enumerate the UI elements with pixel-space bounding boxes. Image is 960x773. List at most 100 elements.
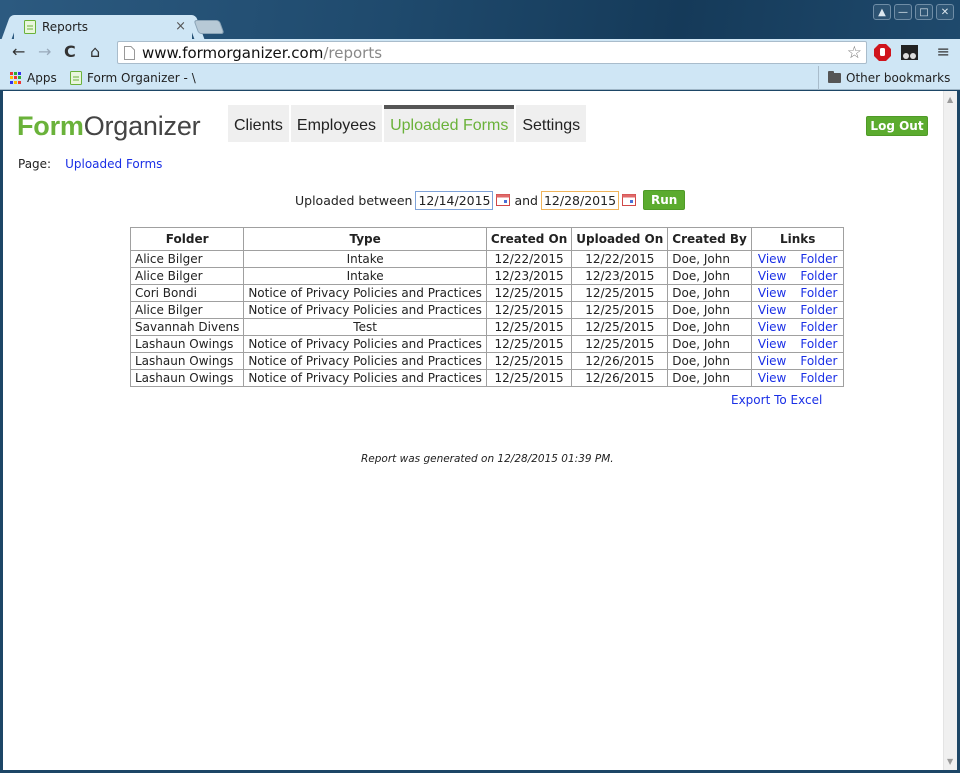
- table-row: Lashaun Owings Notice of Privacy Policies…: [129, 369, 845, 387]
- table-row: Alice Bilger Notice of Privacy Policies a…: [129, 301, 845, 319]
- table-row: Alice Bilger Intake 12/23/2015 12/23/2015 Do…: [129, 267, 845, 285]
- filter-label: Uploaded between: [295, 192, 413, 208]
- cell-links: View Folder: [750, 284, 845, 302]
- folder-link[interactable]: Folder: [800, 303, 837, 317]
- close-icon[interactable]: ✕: [936, 4, 954, 20]
- tab-close-icon[interactable]: ×: [175, 19, 186, 34]
- browser-tab-reports[interactable]: Reports ×: [14, 15, 192, 39]
- maximize-icon[interactable]: □: [915, 4, 933, 20]
- folder-link[interactable]: Folder: [800, 286, 837, 300]
- cell-created-on: 12/25/2015: [485, 284, 573, 302]
- cell-created-by: Doe, John: [667, 301, 752, 319]
- view-link[interactable]: View: [758, 269, 786, 283]
- cell-folder: Lashaun Owings: [129, 352, 245, 370]
- export-to-excel-link[interactable]: Export To Excel: [731, 393, 822, 407]
- cell-created-by: Doe, John: [667, 352, 752, 370]
- breadcrumb-link[interactable]: Uploaded Forms: [65, 157, 162, 171]
- report-table: Folder Type Created On Uploaded On Creat…: [129, 227, 845, 387]
- other-bookmarks-label: Other bookmarks: [846, 71, 951, 85]
- forward-arrow-icon[interactable]: →: [38, 43, 51, 61]
- folder-link[interactable]: Folder: [800, 371, 837, 385]
- generated-note: Report was generated on 12/28/2015 01:39…: [361, 453, 614, 465]
- cell-type: Notice of Privacy Policies and Practices: [243, 352, 487, 370]
- cell-created-by: Doe, John: [667, 250, 752, 268]
- cell-created-by: Doe, John: [667, 267, 752, 285]
- new-tab-button[interactable]: [193, 20, 225, 34]
- cell-created-by: Doe, John: [667, 369, 752, 387]
- adblock-icon[interactable]: [874, 44, 891, 61]
- cell-created-by: Doe, John: [667, 284, 752, 302]
- bookmark-label: Apps: [27, 71, 57, 85]
- other-bookmarks[interactable]: Other bookmarks: [828, 71, 950, 85]
- view-link[interactable]: View: [758, 252, 786, 266]
- document-icon: [24, 20, 36, 34]
- date-filter: Uploaded between and Run: [295, 190, 686, 210]
- table-row: Lashaun Owings Notice of Privacy Policies…: [129, 352, 845, 370]
- nav-uploaded-forms[interactable]: Uploaded Forms: [384, 105, 515, 142]
- start-date-input[interactable]: [415, 190, 494, 210]
- nav-clients[interactable]: Clients: [228, 105, 289, 142]
- user-icon[interactable]: ▲: [873, 4, 891, 20]
- breadcrumb-prefix: Page:: [18, 157, 52, 171]
- view-link[interactable]: View: [758, 371, 786, 385]
- folder-link[interactable]: Folder: [800, 354, 837, 368]
- cell-type: Notice of Privacy Policies and Practices: [243, 284, 487, 302]
- view-link[interactable]: View: [758, 303, 786, 317]
- header-type: Type: [243, 227, 487, 251]
- cell-created-on: 12/23/2015: [485, 267, 573, 285]
- cell-folder: Savannah Divens: [129, 318, 245, 336]
- scroll-up-icon[interactable]: ▲: [947, 95, 953, 104]
- bookmark-form-organizer[interactable]: Form Organizer - \: [70, 71, 196, 85]
- cell-folder: Lashaun Owings: [129, 335, 245, 353]
- bookmark-apps[interactable]: Apps: [10, 71, 57, 85]
- header-created-on: Created On: [485, 227, 573, 251]
- logo[interactable]: FormOrganizer: [17, 111, 201, 142]
- logo-bold: Form: [17, 111, 84, 141]
- folder-link[interactable]: Folder: [800, 320, 837, 334]
- cell-type: Notice of Privacy Policies and Practices: [243, 369, 487, 387]
- cell-uploaded-on: 12/25/2015: [571, 318, 669, 336]
- cell-uploaded-on: 12/22/2015: [571, 250, 669, 268]
- header-folder: Folder: [129, 227, 245, 251]
- table-header-row: Folder Type Created On Uploaded On Creat…: [129, 227, 845, 251]
- cell-uploaded-on: 12/25/2015: [571, 301, 669, 319]
- cell-created-on: 12/25/2015: [485, 335, 573, 353]
- apps-grid-icon: [10, 72, 22, 84]
- cell-links: View Folder: [750, 301, 845, 319]
- menu-icon[interactable]: ≡: [937, 42, 950, 61]
- folder-link[interactable]: Folder: [800, 252, 837, 266]
- cell-folder: Cori Bondi: [129, 284, 245, 302]
- view-link[interactable]: View: [758, 320, 786, 334]
- folder-link[interactable]: Folder: [800, 269, 837, 283]
- nav-employees[interactable]: Employees: [290, 105, 383, 142]
- run-button[interactable]: Run: [642, 190, 686, 210]
- header-created-by: Created By: [667, 227, 752, 251]
- nav-settings[interactable]: Settings: [516, 105, 587, 142]
- minimize-icon[interactable]: —: [894, 4, 912, 20]
- end-date-input[interactable]: [540, 190, 619, 210]
- cell-folder: Alice Bilger: [129, 267, 245, 285]
- document-icon: [70, 71, 82, 85]
- cell-created-on: 12/25/2015: [485, 369, 573, 387]
- bookmark-star-icon[interactable]: ☆: [847, 43, 862, 63]
- address-bar[interactable]: www.formorganizer.com/reports ☆: [117, 41, 867, 64]
- home-icon[interactable]: ⌂: [90, 43, 100, 61]
- filter-joiner: and: [514, 192, 538, 208]
- back-arrow-icon[interactable]: ←: [12, 43, 25, 61]
- reload-icon[interactable]: C: [64, 43, 76, 61]
- cell-type: Notice of Privacy Policies and Practices: [243, 301, 487, 319]
- extension-icon[interactable]: [901, 44, 918, 61]
- folder-link[interactable]: Folder: [800, 337, 837, 351]
- view-link[interactable]: View: [758, 354, 786, 368]
- cell-links: View Folder: [750, 267, 845, 285]
- cell-created-on: 12/25/2015: [485, 352, 573, 370]
- calendar-icon[interactable]: [496, 194, 511, 206]
- view-link[interactable]: View: [758, 286, 786, 300]
- url-path: /reports: [323, 43, 383, 62]
- scroll-down-icon[interactable]: ▼: [947, 757, 953, 766]
- logout-button[interactable]: Log Out: [866, 116, 928, 136]
- view-link[interactable]: View: [758, 337, 786, 351]
- calendar-icon[interactable]: [621, 194, 636, 206]
- bookmark-label: Form Organizer - \: [87, 71, 196, 85]
- vertical-scrollbar[interactable]: ▲ ▼: [943, 91, 957, 770]
